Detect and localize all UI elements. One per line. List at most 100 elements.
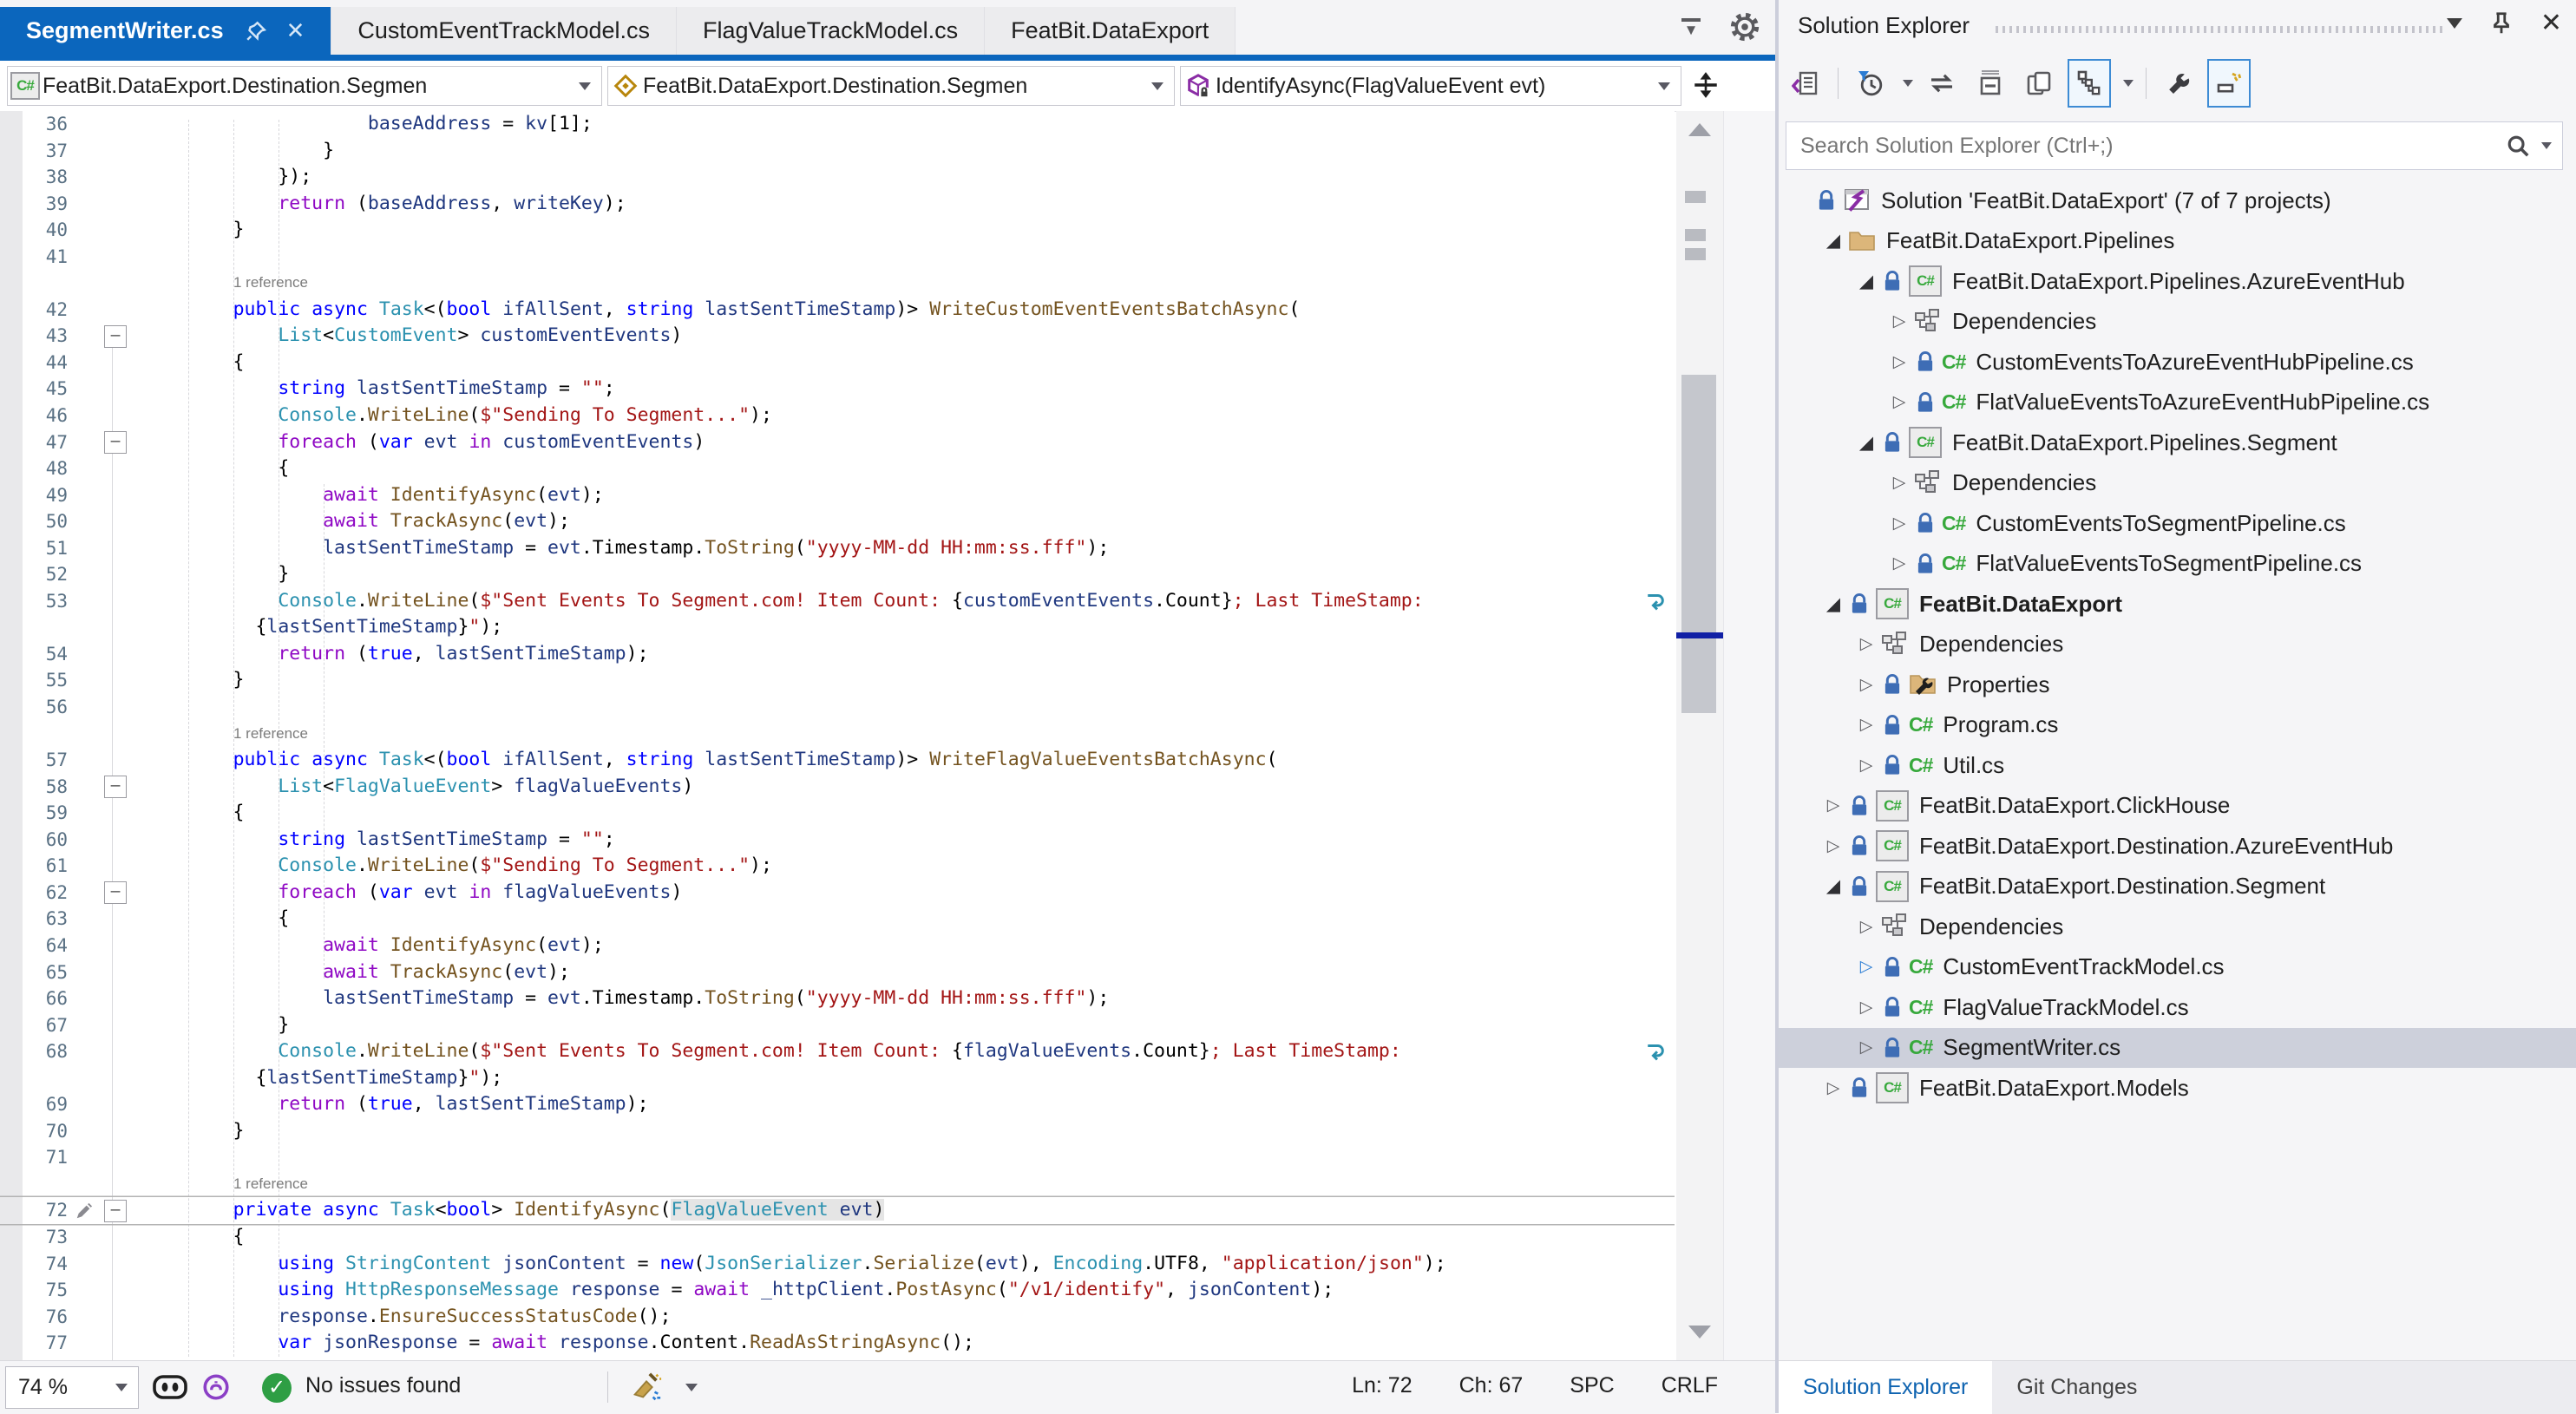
collapse-all-button[interactable]	[1970, 61, 2010, 106]
tree-expander-icon[interactable]: ▷	[1852, 998, 1881, 1018]
split-editor-button[interactable]	[1680, 66, 1731, 104]
code-line[interactable]: 38 });	[0, 164, 1675, 191]
code-line[interactable]: 45 string lastSentTimeStamp = "";	[0, 376, 1675, 403]
tree-expander-icon[interactable]: ▷	[1884, 553, 1914, 573]
code-line[interactable]: 37 }	[0, 138, 1675, 165]
code-line[interactable]: 74 using StringContent jsonContent = new…	[0, 1251, 1675, 1278]
navigation-dropdown[interactable]: C#FeatBit.DataExport.Destination.Segmen	[7, 66, 602, 106]
tree-item-featbit-dataexport-pipelines[interactable]: ◢FeatBit.DataExport.Pipelines	[1779, 221, 2576, 262]
code-line[interactable]: 73 {	[0, 1224, 1675, 1251]
tree-expander-icon[interactable]: ▷	[1852, 756, 1881, 776]
tree-expander-icon[interactable]: ▷	[1884, 473, 1914, 493]
tree-item-featbit-dataexport-pipelines-segment[interactable]: ◢C#FeatBit.DataExport.Pipelines.Segment	[1779, 422, 2576, 463]
tree-expander-icon[interactable]: ▷	[1819, 795, 1848, 815]
copilot-icon[interactable]	[153, 1375, 187, 1399]
close-icon[interactable]: ✕	[286, 17, 305, 44]
tree-expander-icon[interactable]: ▷	[1852, 1038, 1881, 1057]
sync-with-active-document-button[interactable]	[1922, 61, 1962, 106]
status-indicator[interactable]: Ch: 67	[1459, 1373, 1524, 1398]
tree-item-program-cs[interactable]: ▷C#Program.cs	[1779, 705, 2576, 746]
tree-item-customeventtrackmodel-cs[interactable]: ▷C#CustomEventTrackModel.cs	[1779, 947, 2576, 988]
tree-expander-icon[interactable]: ▷	[1819, 1078, 1848, 1098]
search-icon[interactable]	[2505, 133, 2531, 159]
tree-item-featbit-dataexport-pipelines-azureeventh[interactable]: ◢C#FeatBit.DataExport.Pipelines.AzureEve…	[1779, 261, 2576, 302]
tree-item-dependencies[interactable]: ▷Dependencies	[1779, 302, 2576, 343]
code-line[interactable]: 46 Console.WriteLine($"Sending To Segmen…	[0, 403, 1675, 429]
code-line[interactable]: 67 }	[0, 1012, 1675, 1039]
tree-item-featbit-dataexport-destination-azureeven[interactable]: ▷C#FeatBit.DataExport.Destination.AzureE…	[1779, 826, 2576, 867]
code-line[interactable]: 43– List<CustomEvent> customEventEvents)	[0, 323, 1675, 350]
tree-expander-icon[interactable]: ▷	[1852, 957, 1881, 977]
tree-item-flatvalueeventstosegmentpipeline-cs[interactable]: ▷C#FlatValueEventsToSegmentPipeline.cs	[1779, 544, 2576, 585]
document-tab[interactable]: FeatBit.DataExport	[985, 7, 1236, 55]
code-line[interactable]: 54 return (true, lastSentTimeStamp);	[0, 641, 1675, 668]
code-line[interactable]: 59 {	[0, 800, 1675, 827]
chevron-down-icon[interactable]	[2123, 80, 2134, 87]
collapse-region-icon[interactable]: –	[104, 431, 127, 454]
tree-expander-icon[interactable]: ▷	[1819, 836, 1848, 856]
panel-tab-git-changes[interactable]: Git Changes	[1992, 1361, 2161, 1414]
tree-item-segmentwriter-cs[interactable]: ▷C#SegmentWriter.cs	[1779, 1028, 2576, 1069]
tree-item-dependencies[interactable]: ▷Dependencies	[1779, 625, 2576, 665]
properties-button[interactable]	[2159, 61, 2199, 106]
health-check-icon[interactable]: ✓	[262, 1373, 292, 1403]
tree-item-dependencies[interactable]: ▷Dependencies	[1779, 907, 2576, 947]
codelens-references[interactable]: 1 reference	[233, 270, 308, 297]
search-box[interactable]: Search Solution Explorer (Ctrl+;)	[1786, 121, 2563, 170]
chevron-down-icon[interactable]	[685, 1384, 698, 1391]
tree-item-dependencies[interactable]: ▷Dependencies	[1779, 463, 2576, 504]
tree-expander-icon[interactable]: ▷	[1852, 675, 1881, 695]
tree-expander-icon[interactable]: ◢	[1852, 271, 1881, 292]
window-position-icon[interactable]	[2447, 18, 2462, 29]
tree-expander-icon[interactable]: ◢	[1819, 593, 1848, 615]
tree-item-util-cs[interactable]: ▷C#Util.cs	[1779, 745, 2576, 786]
codelens-references[interactable]: 1 reference	[233, 1171, 308, 1198]
code-line[interactable]: 75 using HttpResponseMessage response = …	[0, 1277, 1675, 1304]
document-tab[interactable]: CustomEventTrackModel.cs	[331, 7, 677, 55]
code-line[interactable]: 70 }	[0, 1118, 1675, 1145]
tree-expander-icon[interactable]: ▷	[1884, 392, 1914, 412]
code-line[interactable]: 48 {	[0, 455, 1675, 482]
code-line[interactable]: 71	[0, 1144, 1675, 1171]
tree-item-featbit-dataexport[interactable]: ◢C#FeatBit.DataExport	[1779, 584, 2576, 625]
outlining-margin[interactable]: –	[101, 776, 130, 798]
code-line[interactable]: 1 reference	[0, 270, 1675, 297]
tree-item-properties[interactable]: ▷Properties	[1779, 664, 2576, 705]
code-line[interactable]: 68 Console.WriteLine($"Sent Events To Se…	[0, 1038, 1675, 1065]
tree-item-flatvalueeventstoazureeventhubpipeline-c[interactable]: ▷C#FlatValueEventsToAzureEventHubPipelin…	[1779, 383, 2576, 423]
solution-explorer-header[interactable]: Solution Explorer ✕	[1779, 0, 2576, 54]
navigation-dropdown[interactable]: IdentifyAsync(FlagValueEvent evt)	[1180, 66, 1681, 106]
pin-icon[interactable]	[2488, 10, 2514, 36]
code-line[interactable]: 36 baseAddress = kv[1];	[0, 111, 1675, 138]
tree-item-featbit-dataexport-models[interactable]: ▷C#FeatBit.DataExport.Models	[1779, 1068, 2576, 1109]
document-tab[interactable]: FlagValueTrackModel.cs	[677, 7, 985, 55]
tree-item-featbit-dataexport-clickhouse[interactable]: ▷C#FeatBit.DataExport.ClickHouse	[1779, 786, 2576, 827]
code-line[interactable]: 42 public async Task<(bool ifAllSent, st…	[0, 297, 1675, 324]
show-all-files-button[interactable]	[2019, 61, 2059, 106]
code-line[interactable]: 41	[0, 244, 1675, 271]
code-line[interactable]: 44 {	[0, 350, 1675, 376]
close-icon[interactable]: ✕	[2540, 10, 2562, 36]
outlining-margin[interactable]: –	[101, 1200, 130, 1222]
tree-item-flagvaluetrackmodel-cs[interactable]: ▷C#FlagValueTrackModel.cs	[1779, 987, 2576, 1028]
code-line[interactable]: 51 lastSentTimeStamp = evt.Timestamp.ToS…	[0, 535, 1675, 562]
pin-icon[interactable]	[245, 20, 267, 43]
code-line[interactable]: 55 }	[0, 667, 1675, 694]
outlining-margin[interactable]: –	[101, 881, 130, 904]
code-line[interactable]: 61 Console.WriteLine($"Sending To Segmen…	[0, 853, 1675, 880]
code-line[interactable]: 58– List<FlagValueEvent> flagValueEvents…	[0, 774, 1675, 801]
tree-expander-icon[interactable]: ▷	[1884, 352, 1914, 372]
status-indicator[interactable]: CRLF	[1662, 1373, 1718, 1398]
code-line[interactable]: 50 await TrackAsync(evt);	[0, 508, 1675, 535]
switch-views-button[interactable]	[1786, 61, 1825, 106]
code-line[interactable]: 49 await IdentifyAsync(evt);	[0, 482, 1675, 509]
editor-vertical-scrollbar[interactable]	[1676, 111, 1723, 1360]
tree-item-customeventstosegmentpipeline-cs[interactable]: ▷C#CustomEventsToSegmentPipeline.cs	[1779, 503, 2576, 544]
scroll-up-arrow[interactable]	[1688, 123, 1711, 136]
code-line[interactable]: {lastSentTimeStamp}");	[0, 614, 1675, 641]
code-line[interactable]: 53 Console.WriteLine($"Sent Events To Se…	[0, 588, 1675, 615]
code-line[interactable]: 57 public async Task<(bool ifAllSent, st…	[0, 747, 1675, 774]
code-line[interactable]: {lastSentTimeStamp}");	[0, 1065, 1675, 1092]
tree-expander-icon[interactable]: ▷	[1884, 311, 1914, 331]
code-line[interactable]: 62– foreach (var evt in flagValueEvents)	[0, 880, 1675, 907]
